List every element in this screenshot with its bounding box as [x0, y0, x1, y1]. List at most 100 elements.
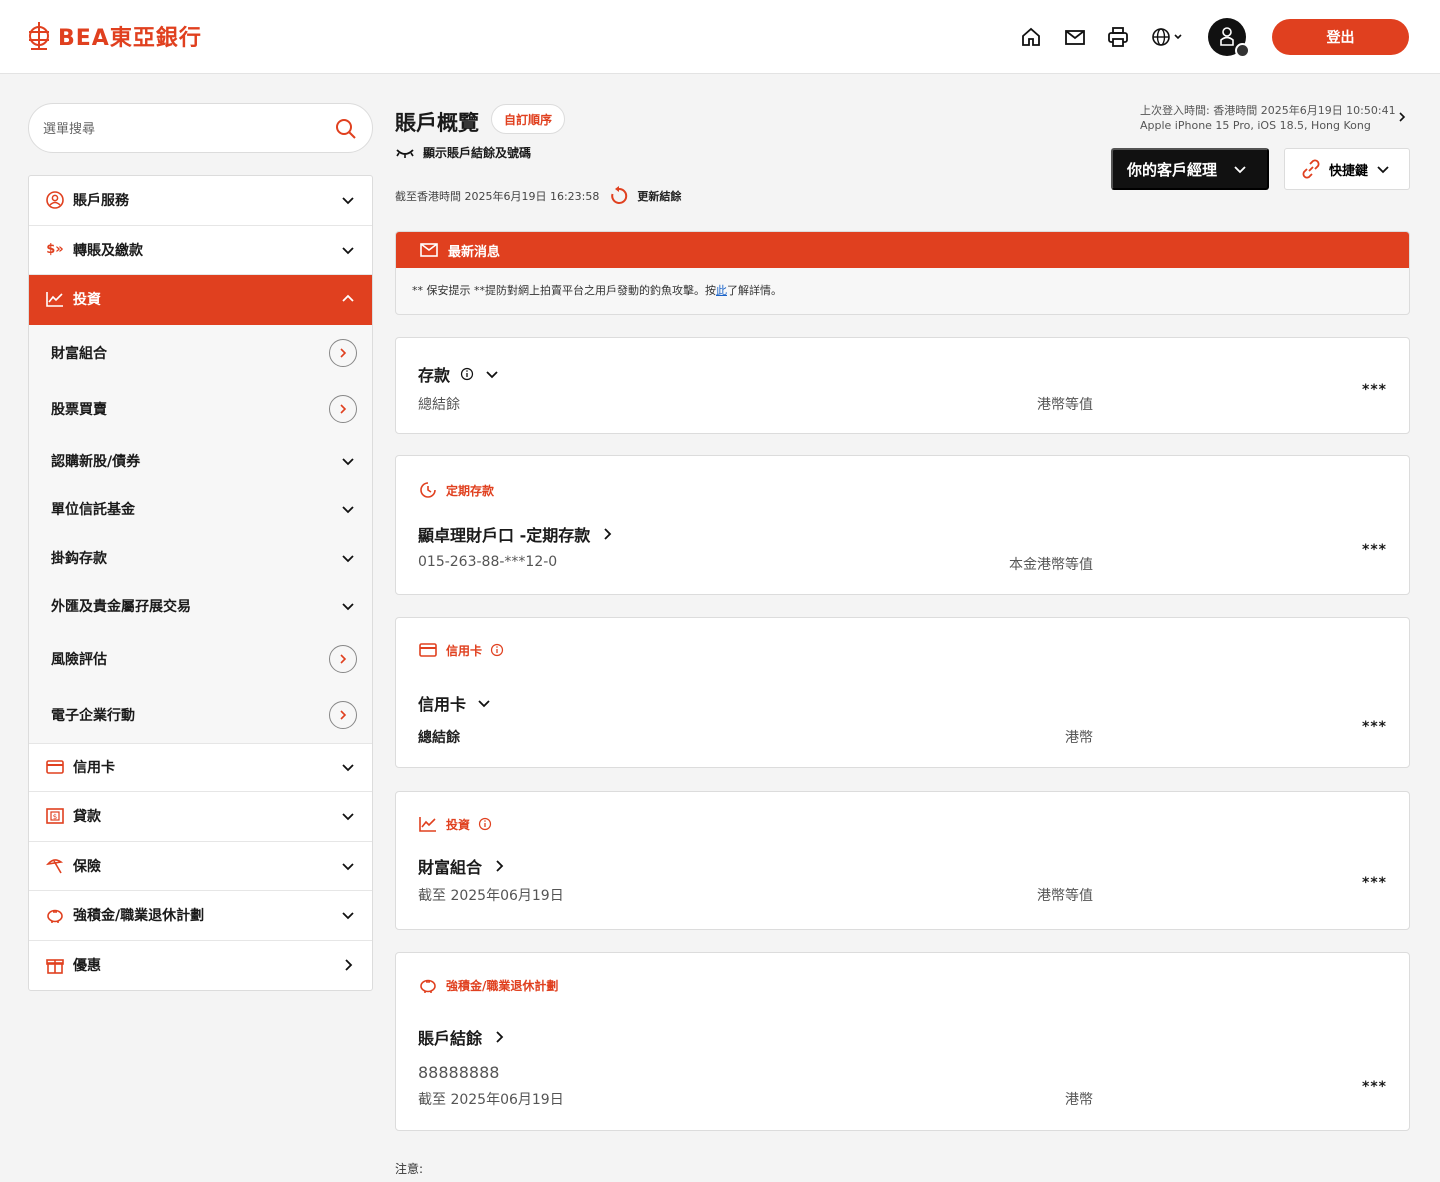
submenu-item-risk-assessment[interactable]: 風險評估	[29, 631, 372, 687]
news-text: ** 保安提示 **提防對網上拍賣平台之用戶發動的釣魚攻擊。按	[412, 284, 716, 297]
submenu-item-label: 股票買賣	[51, 401, 107, 418]
sidebar-item-investment[interactable]: 投資	[29, 275, 372, 325]
masked-balance: ***	[1362, 875, 1387, 891]
submenu-item-fx-margin[interactable]: 外匯及貴金屬孖展交易	[29, 582, 372, 631]
card-currency: 港幣等值	[1037, 397, 1093, 413]
submenu-item-label: 風險評估	[51, 651, 107, 668]
chevron-down-icon	[342, 863, 354, 871]
transfer-icon: $»	[46, 242, 64, 258]
masked-balance: ***	[1362, 719, 1387, 735]
chevron-down-icon	[342, 506, 354, 514]
submenu-item-label: 財富組合	[51, 345, 107, 362]
submenu-item-linked-deposit[interactable]: 掛鈎存款	[29, 534, 372, 582]
card-subtitle: 總結餘	[418, 730, 460, 746]
logo-text: BEA東亞銀行	[58, 26, 202, 51]
piggy-bank-icon	[45, 905, 65, 925]
mail-icon	[420, 243, 438, 257]
credit-card-title[interactable]: 信用卡	[418, 691, 492, 715]
sidebar-item-label: 投資	[73, 292, 101, 309]
quick-label: 快捷鍵	[1329, 162, 1369, 178]
logout-button[interactable]: 登出	[1272, 19, 1409, 55]
card-category: 信用卡	[418, 640, 504, 660]
card-subtitle: 總結餘	[418, 397, 460, 413]
card-category: 強積金/職業退休計劃	[418, 975, 558, 995]
sidebar-item-transfer[interactable]: $» 轉賬及繳款	[29, 226, 372, 275]
gear-icon	[1235, 43, 1250, 58]
investment-submenu: 財富組合 股票買賣 認購新股/債券 單位信託基金 掛鈎存款 外匯及貴金屬孖展交易…	[29, 324, 372, 743]
deposit-card: 存款 總結餘 港幣等值 ***	[395, 337, 1410, 434]
sidebar-item-loan[interactable]: $ 貸款	[29, 792, 372, 842]
chart-icon	[419, 817, 436, 832]
info-icon[interactable]	[460, 367, 474, 381]
sidebar-item-label: 信用卡	[73, 760, 115, 777]
chevron-up-icon	[342, 294, 354, 302]
submenu-item-unit-trust[interactable]: 單位信託基金	[29, 485, 372, 534]
card-subtitle: 截至 2025年06月19日	[418, 1092, 564, 1108]
chart-icon	[45, 289, 65, 309]
submenu-item-stock-trading[interactable]: 股票買賣	[29, 381, 372, 437]
info-icon[interactable]	[478, 817, 492, 831]
card-category-label: 信用卡	[446, 643, 483, 658]
sidebar-item-label: 賬戶服務	[73, 193, 129, 210]
card-category: 定期存款	[418, 480, 494, 500]
wealth-portfolio-link[interactable]: 財富組合	[418, 854, 506, 878]
relationship-manager-button[interactable]: 你的客戶經理	[1111, 148, 1269, 190]
sidebar-item-mpf[interactable]: 強積金/職業退休計劃	[29, 891, 372, 941]
chevron-right-icon	[496, 1031, 504, 1043]
chevron-down-icon	[486, 371, 498, 379]
submenu-item-corporate-actions[interactable]: 電子企業行動	[29, 687, 372, 743]
sidebar-item-insurance[interactable]: 保險	[29, 842, 372, 891]
account-number: 015-263-88-***12-0	[418, 554, 558, 570]
menu-search-input[interactable]	[43, 116, 333, 142]
chevron-right-icon	[496, 860, 504, 872]
chevron-down-icon	[1234, 166, 1246, 174]
submenu-item-ipo-bonds[interactable]: 認購新股/債券	[29, 437, 372, 485]
credit-card-card: 信用卡 信用卡 總結餘 港幣 ***	[395, 617, 1410, 768]
user-avatar-icon[interactable]	[1208, 18, 1250, 58]
submenu-item-label: 認購新股/債券	[51, 453, 141, 470]
reorder-button[interactable]: 自訂順序	[491, 104, 566, 134]
print-icon[interactable]	[1107, 26, 1129, 48]
sidebar-item-label: 強積金/職業退休計劃	[73, 908, 205, 925]
chevron-right-icon	[1399, 112, 1406, 122]
refresh-label: 更新結餘	[637, 190, 682, 203]
toggle-label: 顯示賬戶結餘及號碼	[423, 146, 532, 160]
chevron-right-circle-icon	[329, 338, 357, 367]
home-icon[interactable]	[1020, 26, 1042, 48]
chevron-down-icon	[478, 700, 490, 708]
sidebar-item-offers[interactable]: 優惠	[29, 941, 372, 991]
mpf-account-number: 88888888	[418, 1063, 500, 1082]
show-balance-toggle[interactable]: 顯示賬戶結餘及號碼	[395, 144, 531, 161]
loan-icon: $	[45, 806, 65, 826]
menu-search	[28, 103, 373, 153]
mpf-balance-link[interactable]: 賬戶結餘	[418, 1025, 506, 1049]
chevron-right-circle-icon	[329, 700, 357, 729]
chevron-down-icon	[342, 764, 354, 772]
svg-text:$: $	[53, 813, 57, 821]
piggy-bank-icon	[420, 979, 436, 993]
submenu-item-wealth-portfolio[interactable]: 財富組合	[29, 325, 372, 381]
sidebar-item-account-services[interactable]: 賬戶服務	[29, 176, 372, 226]
eye-closed-icon	[396, 148, 414, 158]
chevron-down-icon	[342, 813, 354, 821]
chevron-right-circle-icon	[329, 644, 357, 673]
quick-links-button[interactable]: 快捷鍵	[1284, 148, 1410, 190]
investment-card: 投資 財富組合 截至 2025年06月19日 港幣等值 ***	[395, 791, 1410, 930]
news-link[interactable]: 此	[716, 284, 727, 297]
fixed-deposit-account-link[interactable]: 顯卓理財戶口 -定期存款	[418, 522, 614, 546]
chevron-down-icon	[1377, 166, 1389, 174]
last-login-device: Apple iPhone 15 Pro, iOS 18.5, Hong Kong	[1140, 119, 1371, 132]
card-subtitle: 截至 2025年06月19日	[418, 888, 564, 904]
search-icon[interactable]	[334, 117, 358, 141]
last-login-info[interactable]: 上次登入時間: 香港時間 2025年6月19日 10:50:41 Apple i…	[1140, 103, 1410, 133]
refresh-balance-button[interactable]: 更新結餘	[609, 186, 681, 206]
sidebar-menu: 賬戶服務 $» 轉賬及繳款 投資 財富組合 股票買賣 認購新股/債券 單位信託基…	[28, 175, 373, 991]
mail-icon[interactable]	[1064, 26, 1086, 48]
fixed-deposit-card: 定期存款 顯卓理財戶口 -定期存款 015-263-88-***12-0 本金港…	[395, 455, 1410, 595]
deposit-title[interactable]: 存款	[418, 362, 500, 386]
info-icon[interactable]	[490, 643, 504, 657]
card-category: 投資	[418, 814, 492, 834]
sidebar-item-credit-card[interactable]: 信用卡	[29, 742, 372, 792]
bea-logo[interactable]: BEA東亞銀行	[26, 20, 202, 52]
globe-icon[interactable]	[1150, 26, 1186, 48]
